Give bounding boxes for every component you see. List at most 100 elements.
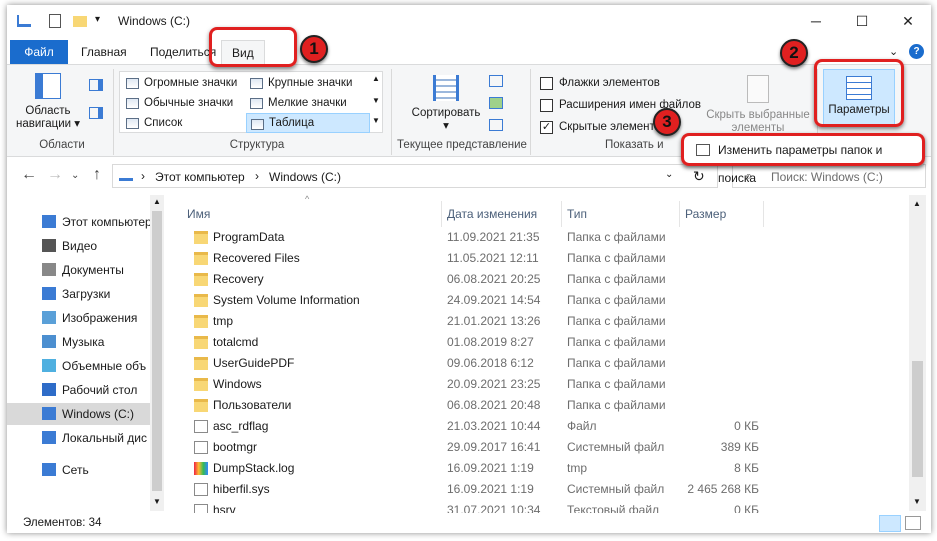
layout-medium-icons[interactable]: Обычные значки [122, 93, 246, 113]
file-type: Папка с файлами [567, 398, 666, 412]
column-separator[interactable] [679, 201, 680, 227]
nav-item[interactable]: Видео [7, 235, 152, 257]
nav-item[interactable]: Этот компьютер [7, 211, 152, 233]
nav-item[interactable]: Изображения [7, 307, 152, 329]
large-icons-icon [250, 78, 263, 89]
scroll-down-icon[interactable]: ▼ [153, 497, 161, 506]
column-header-name[interactable]: Имя [187, 207, 210, 221]
file-row[interactable]: bootmgr 29.09.2017 16:41 Системный файл 389… [167, 437, 767, 458]
layout-list[interactable]: Список [122, 113, 246, 133]
details-view-icon[interactable] [879, 515, 901, 532]
scroll-down-icon[interactable]: ▼ [913, 497, 921, 506]
scroll-up-icon[interactable]: ▲ [153, 197, 161, 206]
add-columns-icon[interactable] [489, 97, 503, 109]
search-box[interactable]: ⌕ Поиск: Windows (C:) [732, 164, 926, 188]
recent-dropdown-icon[interactable]: ⌄ [71, 170, 79, 181]
layout-expand-icon[interactable]: ▼ [372, 116, 380, 125]
file-extensions-checkbox[interactable] [540, 99, 553, 112]
file-type: Системный файл [567, 482, 665, 496]
network-icon [42, 463, 56, 476]
file-row[interactable]: UserGuidePDF 09.06.2018 6:12 Папка с файла… [167, 353, 767, 374]
ribbon-collapse-icon[interactable]: ⌄ [889, 45, 898, 58]
layout-small-icons[interactable]: Мелкие значки [246, 93, 370, 113]
maximize-button[interactable]: ☐ [839, 5, 885, 37]
hide-selected-button[interactable]: Скрыть выбранные элементы [704, 75, 812, 135]
breadcrumb-drive[interactable]: Windows (C:) [269, 170, 341, 184]
column-header-type[interactable]: Тип [567, 207, 587, 221]
nav-item[interactable]: Локальный дис [7, 427, 152, 449]
column-separator[interactable] [561, 201, 562, 227]
file-row[interactable]: ProgramData 11.09.2021 21:35 Папка с файла… [167, 227, 767, 248]
folder-icon [194, 273, 208, 286]
file-row[interactable]: Пользователи 06.08.2021 20:48 Папка с файл… [167, 395, 767, 416]
tab-home[interactable]: Главная [71, 40, 137, 64]
details-pane-icon[interactable] [89, 107, 103, 119]
up-arrow-icon[interactable]: ↑ [93, 166, 101, 184]
column-header-date[interactable]: Дата изменения [447, 207, 537, 221]
file-date: 31.07.2021 10:34 [447, 503, 541, 513]
address-dropdown-icon[interactable]: ⌄ [665, 169, 673, 180]
file-row[interactable]: tmp 21.01.2021 13:26 Папка с файлами [167, 311, 767, 332]
3d-objects-icon [42, 359, 56, 372]
layout-extra-large-icons[interactable]: Огромные значки [122, 73, 246, 93]
nav-item[interactable]: Windows (C:) [7, 403, 152, 425]
sort-button[interactable]: Сортировать ▾ [404, 75, 488, 133]
file-extensions-label: Расширения имен файлов [559, 99, 701, 111]
documents-icon [42, 263, 56, 276]
file-row[interactable]: DumpStack.log 16.09.2021 1:19 tmp 8 КБ [167, 458, 767, 479]
nav-scrollbar[interactable]: ▲ ▼ [150, 195, 164, 511]
nav-item[interactable]: Загрузки [7, 283, 152, 305]
file-row[interactable]: Recovered Files 11.05.2021 12:11 Папка с ф… [167, 248, 767, 269]
nav-scroll-thumb[interactable] [152, 211, 162, 491]
nav-item[interactable]: Музыка [7, 331, 152, 353]
tab-file[interactable]: Файл [10, 40, 68, 64]
layout-scroll-down-icon[interactable]: ▼ [372, 96, 380, 105]
help-icon[interactable]: ? [909, 44, 924, 59]
file-row[interactable]: asc_rdflag 21.03.2021 10:44 Файл 0 КБ [167, 416, 767, 437]
back-arrow-icon[interactable]: ← [21, 166, 37, 184]
item-checkboxes-checkbox[interactable] [540, 77, 553, 90]
nav-item[interactable]: Документы [7, 259, 152, 281]
minimize-button[interactable]: ─ [793, 5, 839, 37]
quick-access-dropdown-icon[interactable]: ▾ [95, 14, 100, 25]
large-icons-view-icon[interactable] [905, 516, 921, 530]
file-type: Папка с файлами [567, 272, 666, 286]
breadcrumb-this-pc[interactable]: Этот компьютер [155, 170, 245, 184]
pictures-icon [42, 311, 56, 324]
column-separator[interactable] [441, 201, 442, 227]
nav-item[interactable]: Объемные объ [7, 355, 152, 377]
forward-arrow-icon[interactable]: → [47, 166, 63, 184]
close-button[interactable]: ✕ [885, 5, 931, 37]
scroll-up-icon[interactable]: ▲ [913, 199, 921, 208]
file-row[interactable]: hsrv 31.07.2021 10:34 Текстовый файл 0 КБ [167, 500, 767, 513]
file-row[interactable]: hiberfil.sys 16.09.2021 1:19 Системный фай… [167, 479, 767, 500]
new-folder-icon[interactable] [73, 16, 87, 27]
properties-icon[interactable] [49, 14, 61, 28]
hidden-items-checkbox[interactable]: ✓ [540, 121, 553, 134]
layout-scroll-up-icon[interactable]: ▲ [372, 74, 380, 83]
layout-item-label: Крупные значки [268, 77, 353, 89]
group-by-icon[interactable] [489, 75, 503, 87]
preview-pane-icon[interactable] [89, 79, 103, 91]
size-columns-icon[interactable] [489, 119, 503, 131]
file-list-scrollbar[interactable]: ▲ ▼ [909, 195, 926, 511]
sort-icon [433, 75, 459, 101]
column-header-size[interactable]: Размер [685, 207, 726, 221]
file-row[interactable]: Recovery 06.08.2021 20:25 Папка с файлами [167, 269, 767, 290]
search-placeholder: Поиск: Windows (C:) [771, 170, 883, 184]
ribbon-separator [391, 69, 392, 155]
layout-details[interactable]: Таблица [246, 113, 370, 133]
nav-pane-button[interactable]: Область навигации ▾ [13, 73, 83, 131]
nav-item-label: Объемные объ [62, 359, 147, 373]
file-scroll-thumb[interactable] [912, 361, 923, 477]
file-row[interactable]: totalcmd 01.08.2019 8:27 Папка с файлами [167, 332, 767, 353]
column-separator[interactable] [763, 201, 764, 227]
address-bar[interactable]: › Этот компьютер › Windows (C:) ⌄ ↻ [112, 164, 718, 188]
nav-item[interactable]: Сеть [7, 459, 152, 481]
refresh-icon[interactable]: ↻ [693, 168, 705, 185]
file-row[interactable]: System Volume Information 24.09.2021 14:5… [167, 290, 767, 311]
layout-large-icons[interactable]: Крупные значки [246, 73, 370, 93]
ribbon-separator [113, 69, 114, 155]
file-row[interactable]: Windows 20.09.2021 23:25 Папка с файлами [167, 374, 767, 395]
nav-item[interactable]: Рабочий стол [7, 379, 152, 401]
